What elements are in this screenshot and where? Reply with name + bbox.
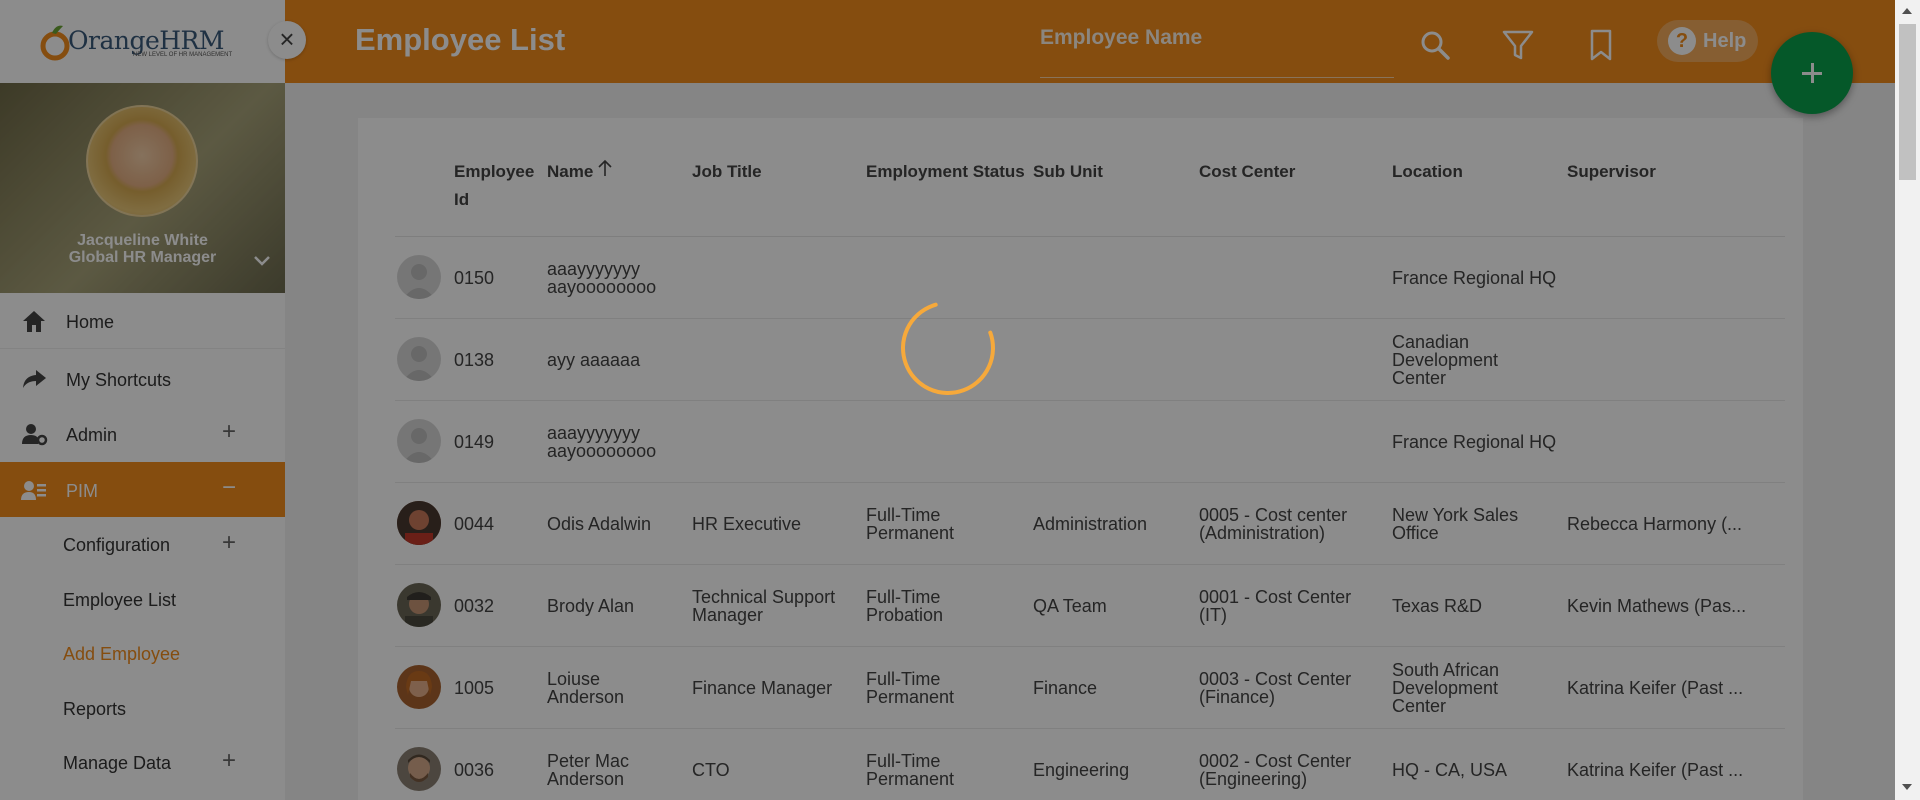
scroll-down-arrow-icon[interactable] xyxy=(1902,784,1912,790)
loading-overlay xyxy=(0,0,1920,800)
scrollbar-thumb[interactable] xyxy=(1899,24,1916,180)
loading-spinner-icon xyxy=(898,298,998,398)
vertical-scrollbar[interactable] xyxy=(1895,0,1920,800)
scroll-up-arrow-icon[interactable] xyxy=(1902,8,1912,14)
